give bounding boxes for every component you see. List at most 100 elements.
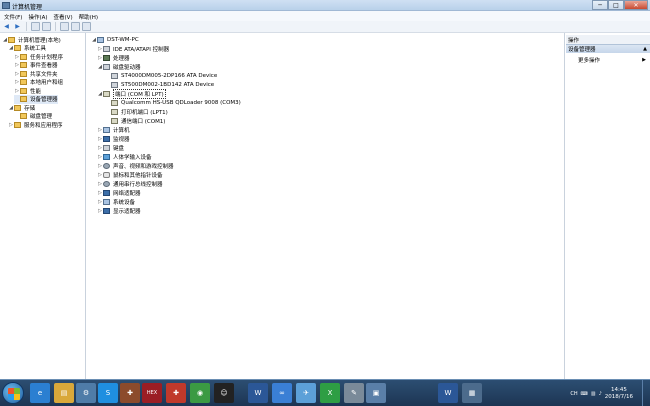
actions-header: 操作 [566, 35, 650, 44]
clock[interactable]: 14:45 2018/7/16 [605, 387, 633, 401]
word-icon[interactable]: W [248, 383, 268, 403]
hex-icon[interactable]: HEX [142, 383, 162, 403]
tray-network-icon[interactable]: ▥ [591, 391, 596, 397]
device-tree-item[interactable]: ▷ 人体学输入设备 [97, 152, 152, 161]
device-tree-item-label: IDE ATA/ATAPI 控制器 [113, 46, 170, 53]
minimize-button[interactable]: ─ [592, 0, 608, 10]
maximize-button[interactable]: □ [608, 0, 624, 10]
scan-hardware-icon[interactable] [82, 22, 91, 31]
hid-icon [103, 153, 110, 160]
device-icon[interactable]: ▣ [366, 383, 386, 403]
show-tree-icon[interactable] [42, 22, 51, 31]
menu-view[interactable]: 查看(V) [52, 11, 77, 21]
app-s-icon[interactable]: S [98, 383, 118, 403]
actions-section-device-manager[interactable]: 设备管理器 ▲ [566, 44, 650, 53]
device-tree-item[interactable]: ▷ 系统设备 [97, 197, 135, 206]
device-tree-item[interactable]: ◢ 磁盘驱动器 [97, 62, 141, 71]
device-tree-item[interactable]: ◢ DST-WM-PC [91, 35, 139, 44]
device-tree-item[interactable]: ▷ IDE ATA/ATAPI 控制器 [97, 44, 169, 53]
device-tree-item[interactable]: ▷ 显示适配器 [97, 206, 141, 215]
device-tree-item-label: 键盘 [113, 145, 125, 152]
computer-icon [8, 36, 15, 43]
processor-icon [103, 54, 110, 61]
performance-icon [20, 87, 27, 94]
device-tree-item[interactable]: ▷ 通用串行总线控制器 [97, 179, 163, 188]
toolbar-separator [55, 22, 56, 31]
menu-bar: 文件(F) 操作(A) 查看(V) 帮助(H) [0, 11, 650, 21]
system-tray: CH ⌨ ▥ ♪ 14:45 2018/7/16 [570, 380, 648, 406]
tool-icon[interactable]: ✚ [120, 383, 140, 403]
forward-arrow-icon[interactable]: ▶ [13, 22, 22, 31]
clock-time: 14:45 [610, 386, 627, 393]
actions-section-label: 设备管理器 [568, 47, 596, 53]
menu-file[interactable]: 文件(F) [2, 11, 26, 21]
disk-icon [111, 81, 118, 88]
baidu-icon[interactable]: ∞ [272, 383, 292, 403]
toolbar: ◀ ▶ [0, 21, 650, 33]
control-panel-icon[interactable]: ⚙ [76, 383, 96, 403]
device-tree-item-label: 监视器 [113, 136, 130, 143]
tray-keyboard-icon[interactable]: ⌨ [581, 391, 588, 397]
device-tree-item[interactable]: ▷ 网络适配器 [97, 188, 141, 197]
windows-logo-icon [8, 388, 20, 400]
explorer-icon[interactable]: ▤ [54, 383, 74, 403]
window-title: 计算机管理 [12, 4, 43, 11]
title-bar[interactable]: 计算机管理 ─ □ ✕ [0, 0, 650, 11]
tree-item-label: 服务和应用程序 [24, 122, 63, 129]
device-tree-item[interactable]: ▷ 键盘 [97, 143, 124, 152]
device-tree-item-label: Qualcomm HS-USB QDLoader 9008 (COM3) [121, 99, 241, 106]
show-desktop-button[interactable] [642, 380, 648, 406]
word2-icon[interactable]: W [438, 383, 458, 403]
tree-item-label: 系统工具 [24, 46, 47, 52]
more-actions-label: 更多操作 [578, 57, 601, 64]
device-tree-item[interactable]: ▷ 计算机 [97, 125, 130, 134]
help-icon[interactable] [60, 22, 69, 31]
tree-item-label: 存储 [24, 105, 36, 112]
paint-icon[interactable]: ✎ [344, 383, 364, 403]
tools-icon [14, 45, 21, 51]
qq-icon[interactable]: ☺ [214, 383, 234, 403]
more-actions-item[interactable]: 更多操作 ▶ [566, 55, 650, 64]
sound-icon [103, 162, 110, 169]
device-tree-item[interactable]: ◢ 端口 (COM 和 LPT) [97, 88, 166, 99]
actions-pane: 操作 设备管理器 ▲ 更多操作 ▶ [566, 33, 650, 379]
up-folder-icon[interactable] [31, 22, 40, 31]
ie-icon[interactable]: e [30, 383, 50, 403]
tree-item-label: 任务计划程序 [30, 54, 64, 61]
menu-action[interactable]: 操作(A) [26, 11, 51, 21]
menu-help[interactable]: 帮助(H) [77, 11, 102, 21]
device-tree-item-label: 显示适配器 [113, 208, 141, 215]
device-tree-item[interactable]: ST4000DM005-2DP166 ATA Device [105, 71, 217, 80]
back-arrow-icon[interactable]: ◀ [2, 22, 11, 31]
tray-lang[interactable]: CH [570, 391, 577, 397]
tray-volume-icon[interactable]: ♪ [599, 391, 602, 397]
port-icon [111, 108, 118, 115]
device-tree-item[interactable]: ▷ 处理器 [97, 53, 130, 62]
device-tree-item-label: 系统设备 [113, 199, 136, 206]
tree-item-label: 设备管理器 [30, 97, 58, 103]
tree-item-label: 性能 [30, 88, 42, 95]
collapse-arrow-icon[interactable]: ▲ [643, 46, 647, 52]
device-tree-item[interactable]: 打印机端口 (LPT1) [105, 107, 168, 116]
tree-item-label: 共享文件夹 [30, 71, 58, 78]
medical-icon[interactable]: ✚ [166, 383, 186, 403]
start-button[interactable] [2, 382, 24, 404]
device-tree-item[interactable]: 通信端口 (COM1) [105, 116, 165, 125]
device-tree-item[interactable]: ▷ 声音、视频和游戏控制器 [97, 161, 174, 170]
device-tree-item-label: 打印机端口 (LPT1) [121, 109, 168, 116]
device-tree-item[interactable]: ▷ 鼠标和其他指针设备 [97, 170, 163, 179]
app-icon [2, 2, 10, 9]
users-icon [20, 79, 27, 85]
device-tree-item[interactable]: Qualcomm HS-USB QDLoader 9008 (COM3) [105, 98, 241, 107]
clock-date: 2018/7/16 [604, 393, 633, 400]
device-tree-item[interactable]: ▷ 监视器 [97, 134, 130, 143]
chrome-icon[interactable]: ◉ [190, 383, 210, 403]
tree-item[interactable]: ▷ 服务和应用程序 [8, 120, 63, 129]
properties-icon[interactable] [71, 22, 80, 31]
close-button[interactable]: ✕ [624, 0, 648, 10]
xshell-icon[interactable]: X [320, 383, 340, 403]
device-tree-item-label: 计算机 [113, 127, 130, 134]
bird-icon[interactable]: ✈ [296, 383, 316, 403]
device-tree-item-label: 通用串行总线控制器 [113, 181, 163, 188]
computer-mgmt-icon[interactable]: ▦ [462, 383, 482, 403]
